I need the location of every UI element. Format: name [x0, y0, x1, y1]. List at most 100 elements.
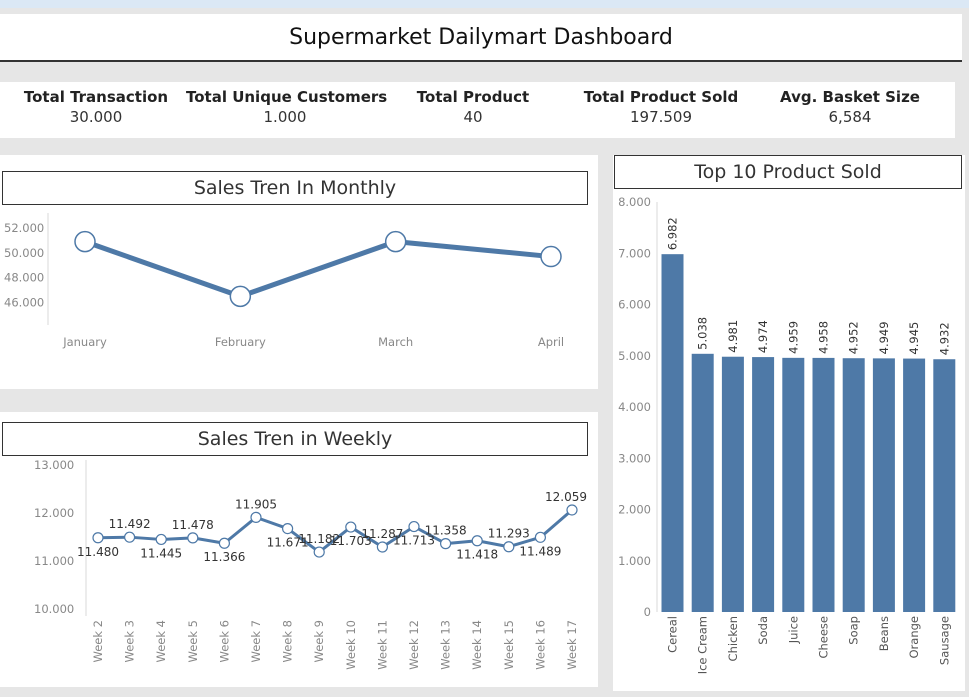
- x-tick-label: Sausage: [937, 616, 951, 665]
- y-tick-label: 6.000: [618, 298, 651, 312]
- x-tick-label: Week 15: [502, 620, 516, 670]
- y-tick-label: 4.000: [618, 400, 651, 414]
- weekly-point: [503, 541, 515, 553]
- weekly-point: [534, 531, 547, 543]
- x-tick-label: Cheese: [817, 616, 831, 659]
- y-tick-label: 13.000: [34, 458, 74, 472]
- top10-products-panel: Top 10 Product Sold 0 1.000 2.000 3.000 4.00…: [613, 155, 965, 691]
- weekly-data-label: 11.358: [425, 524, 467, 538]
- bar: [872, 358, 895, 612]
- x-tick-label: Week 16: [533, 620, 547, 670]
- x-tick-label: Week 3: [123, 620, 137, 662]
- x-tick-label: Week 8: [281, 620, 295, 662]
- y-tick-label: 46.000: [4, 296, 44, 310]
- x-tick-label: Cereal: [666, 616, 680, 653]
- kpi-value: 40: [463, 108, 483, 126]
- bar-data-label: 4.952: [847, 321, 861, 354]
- weekly-data-label: 11.418: [456, 548, 498, 562]
- weekly-point: [282, 522, 294, 535]
- x-tick-label: Week 17: [565, 620, 579, 670]
- weekly-data-label: 11.489: [519, 544, 561, 558]
- y-tick-label: 48.000: [4, 271, 44, 285]
- x-tick-label: Beans: [877, 616, 891, 651]
- weekly-data-label: 11.480: [77, 545, 119, 559]
- x-tick-label: Week 6: [217, 620, 231, 662]
- page-title: Supermarket Dailymart Dashboard: [289, 24, 673, 50]
- y-tick-label: 50.000: [4, 246, 44, 260]
- x-tick-label: Orange: [907, 616, 921, 659]
- x-tick-label: Week 4: [154, 620, 168, 662]
- bar: [782, 357, 805, 612]
- x-tick-label: April: [538, 335, 564, 349]
- bar: [933, 359, 956, 612]
- weekly-point: [155, 533, 167, 546]
- weekly-point: [187, 532, 199, 544]
- weekly-point: [471, 535, 483, 547]
- bar-data-label: 4.949: [877, 321, 891, 354]
- kpi-value: 197.509: [629, 108, 693, 126]
- kpi-total-unique-customers: Total Unique Customers 1.000: [186, 88, 388, 126]
- x-tick-label: Week 13: [439, 620, 453, 670]
- bar: [812, 357, 835, 612]
- x-tick-label: Week 2: [91, 620, 105, 662]
- y-tick-label: 11.000: [34, 554, 74, 568]
- kpi-label: Total Product: [416, 88, 530, 106]
- x-tick-label: Week 14: [470, 620, 484, 670]
- monthly-series-line: [84, 239, 552, 299]
- kpi-label: Total Product Sold: [583, 88, 739, 106]
- kpi-value: 6,584: [828, 108, 872, 126]
- y-tick-label: 10.000: [34, 602, 74, 616]
- weekly-data-label: 11.492: [109, 517, 151, 531]
- kpi-value: 30.000: [69, 108, 123, 126]
- bar: [721, 356, 744, 612]
- x-tick-label: Chicken: [726, 616, 740, 661]
- kpi-label: Total Transaction: [23, 88, 169, 106]
- y-tick-label: 1.000: [618, 554, 651, 568]
- x-tick-label: Ice Cream: [696, 616, 710, 674]
- x-tick-label: Soap: [847, 616, 861, 645]
- x-tick-label: March: [378, 335, 413, 349]
- weekly-point: [408, 520, 420, 533]
- weekly-point: [345, 521, 357, 533]
- bar: [661, 254, 684, 613]
- bar-data-label: 4.932: [937, 322, 951, 355]
- weekly-point: [313, 546, 325, 558]
- kpi-avg-basket-size: Avg. Basket Size 6,584: [776, 88, 924, 126]
- bar-data-label: 6.982: [666, 217, 680, 250]
- x-tick-label: Week 10: [344, 620, 358, 670]
- x-tick-label: Week 9: [312, 620, 326, 662]
- bar-data-label: 4.981: [726, 320, 740, 353]
- weekly-point: [92, 532, 104, 544]
- weekly-data-label: 11.905: [235, 497, 277, 511]
- x-tick-label: Juice: [786, 616, 800, 644]
- monthly-point: [384, 230, 407, 253]
- bar: [691, 353, 714, 612]
- kpi-row: Total Transaction 30.000 Total Unique Cu…: [0, 82, 955, 138]
- bar-data-label: 5.038: [696, 317, 710, 350]
- monthly-point: [74, 230, 96, 253]
- bar-data-label: 4.945: [907, 322, 921, 355]
- kpi-total-product: Total Product 40: [408, 88, 538, 126]
- kpi-label: Avg. Basket Size: [780, 88, 920, 106]
- y-tick-label: 5.000: [618, 349, 651, 363]
- bar-data-label: 4.974: [756, 320, 770, 353]
- weekly-point: [124, 531, 136, 543]
- y-tick-label: 0: [644, 605, 651, 619]
- weekly-point: [376, 541, 388, 553]
- x-tick-label: Week 5: [186, 620, 200, 662]
- weekly-data-label: 12.059: [545, 490, 587, 504]
- monthly-sales-chart: 46.000 48.000 50.000 52.000 January February M…: [4, 213, 564, 349]
- x-tick-label: Week 11: [375, 620, 389, 670]
- y-tick-label: 2.000: [618, 503, 651, 517]
- weekly-data-label: 11.293: [488, 527, 530, 541]
- kpi-label: Total Unique Customers: [186, 88, 388, 106]
- y-tick-label: 12.000: [34, 506, 74, 520]
- top10-products-chart: 0 1.000 2.000 3.000 4.000 5.000 6.000 7.000 8.00…: [618, 195, 956, 674]
- kpi-value: 1.000: [263, 108, 307, 126]
- weekly-sales-panel: Sales Tren in Weekly 10.000 11.000 12.000 1…: [0, 412, 598, 687]
- weekly-data-label: 11.478: [172, 518, 214, 532]
- bar-data-label: 4.959: [786, 321, 800, 354]
- weekly-sales-chart: 10.000 11.000 12.000 13.000 Week 2 Week 3 Week…: [34, 458, 587, 670]
- x-tick-label: January: [62, 335, 107, 349]
- bar: [903, 358, 926, 612]
